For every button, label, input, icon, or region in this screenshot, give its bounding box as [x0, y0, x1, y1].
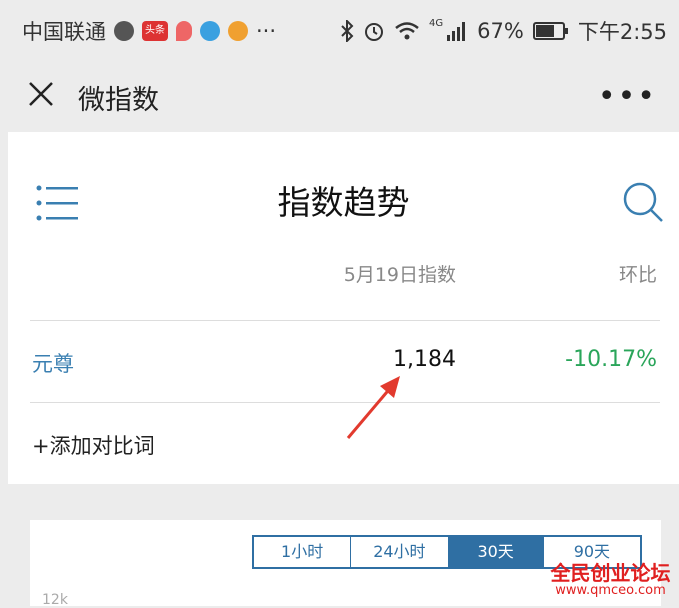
watermark-name: 全民创业论坛: [550, 561, 671, 585]
app-title: 微指数: [78, 85, 159, 116]
battery-icon: [532, 22, 568, 40]
status-left: 中国联通 头条 ···: [22, 16, 276, 46]
signal-icon: [447, 22, 466, 41]
bluetooth-icon: [341, 20, 354, 42]
browser-icon: [200, 21, 220, 41]
keyword-link[interactable]: 元尊: [32, 348, 74, 378]
clock-time: 下午2:55: [577, 20, 667, 44]
status-right: 4G 67% 下午2:55: [340, 16, 667, 46]
ratio-value: -10.17%: [565, 347, 657, 372]
app-circle-icon: [228, 21, 248, 41]
tab-30-days[interactable]: 30天: [447, 537, 544, 567]
more-menu-button[interactable]: •••: [598, 79, 657, 114]
alarm-icon: [365, 23, 384, 41]
tab-24-hours[interactable]: 24小时: [350, 537, 447, 567]
status-bar: 中国联通 头条 ··· 4G 67% 下午2:55: [0, 0, 679, 62]
wifi-icon: [395, 22, 419, 40]
column-header-ratio: 环比: [618, 264, 657, 286]
divider-top: [30, 320, 660, 321]
annotation-arrow-icon: [346, 376, 400, 439]
map-pin-icon: [176, 21, 192, 41]
app-bar: 微指数 •••: [0, 62, 679, 132]
close-icon[interactable]: [26, 79, 56, 109]
column-header-date-index: 5月19日指数: [343, 264, 456, 286]
page-title: 指数趋势: [277, 183, 410, 222]
more-notifications-icon: ···: [256, 19, 277, 43]
wechat-icon: [114, 21, 134, 41]
tab-1-hour[interactable]: 1小时: [254, 537, 350, 567]
carrier-label: 中国联通: [22, 20, 106, 44]
network-type: 4G: [429, 17, 444, 29]
add-compare-button[interactable]: +添加对比词: [32, 430, 155, 460]
search-icon[interactable]: [621, 180, 665, 224]
watermark-url: www.qmceo.com: [555, 583, 666, 598]
index-value: 1,184: [393, 347, 456, 372]
watermark: 全民创业论坛 www.qmceo.com: [548, 562, 673, 598]
battery-percent: 67%: [477, 19, 524, 43]
toutiao-icon: 头条: [142, 21, 168, 41]
